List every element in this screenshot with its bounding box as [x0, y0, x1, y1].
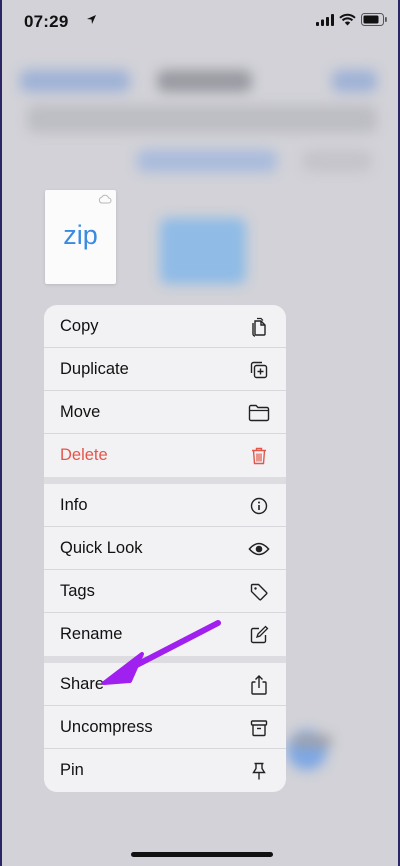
home-indicator[interactable] — [131, 852, 273, 857]
screen: 07:29 zip Copy Duplicate Move Delete Inf… — [0, 0, 400, 866]
annotation-arrow — [102, 620, 221, 685]
